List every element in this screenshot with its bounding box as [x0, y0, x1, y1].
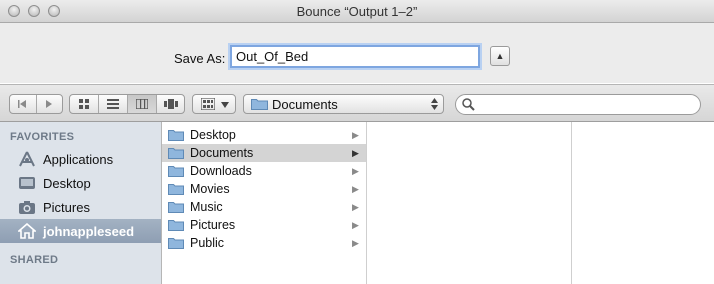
folder-row-movies[interactable]: Movies ▶	[162, 180, 366, 198]
folder-icon	[168, 183, 184, 195]
location-popup-label: Documents	[272, 97, 338, 112]
search-icon	[462, 98, 475, 111]
sidebar-item-desktop[interactable]: Desktop	[0, 171, 161, 195]
disclosure-arrow-icon: ▶	[352, 165, 359, 176]
toolbar: Documents	[0, 84, 714, 122]
folder-icon	[168, 147, 184, 159]
arrange-menu-button[interactable]	[192, 94, 236, 114]
location-popup[interactable]: Documents	[243, 94, 444, 114]
folder-name: Movies	[190, 182, 230, 196]
forward-arrow-icon	[46, 100, 53, 108]
column-view-button[interactable]	[128, 95, 157, 113]
view-mode-control	[69, 94, 185, 114]
disclosure-arrow-icon: ▶	[352, 183, 359, 194]
favorites-header: FAVORITES	[10, 131, 75, 143]
column-view-icon	[136, 99, 148, 109]
disclosure-arrow-icon: ▶	[352, 129, 359, 140]
disclosure-arrow-icon: ▶	[352, 219, 359, 230]
desktop-icon	[17, 174, 37, 192]
sidebar-item-label: Applications	[43, 151, 114, 167]
save-as-panel: Save As: ▲	[0, 23, 714, 83]
folder-name: Desktop	[190, 128, 236, 142]
sidebar-item-pictures[interactable]: Pictures	[0, 195, 161, 219]
folder-icon	[168, 129, 184, 141]
disclosure-arrow-icon: ▶	[352, 237, 359, 248]
browser-column-2[interactable]	[367, 122, 572, 284]
sidebar-item-label: Pictures	[43, 199, 90, 215]
window-title: Bounce “Output 1–2”	[296, 4, 418, 19]
folder-icon	[168, 201, 184, 213]
folder-icon	[251, 99, 268, 110]
coverflow-view-button[interactable]	[157, 95, 184, 113]
folder-name: Documents	[190, 146, 254, 160]
title-bar: Bounce “Output 1–2”	[0, 0, 714, 23]
icon-view-button[interactable]	[70, 95, 99, 113]
save-as-field[interactable]	[230, 45, 480, 68]
sidebar-item-johnappleseed[interactable]: johnappleseed	[0, 219, 161, 243]
folder-name: Downloads	[190, 164, 252, 178]
search-field[interactable]	[455, 94, 701, 115]
folder-name: Music	[190, 200, 223, 214]
folder-name: Public	[190, 236, 225, 250]
save-as-label: Save As:	[174, 51, 226, 66]
browser-column-1: Desktop ▶ Documents ▶ Downloads ▶ Movies…	[162, 122, 367, 284]
folder-icon	[168, 237, 184, 249]
folder-row-downloads[interactable]: Downloads ▶	[162, 162, 366, 180]
sidebar: FAVORITES Applications Desktop Pictures …	[0, 122, 162, 284]
applications-icon	[17, 150, 37, 168]
shared-header: SHARED	[10, 254, 59, 266]
up-down-arrows-icon	[431, 98, 438, 110]
folder-row-public[interactable]: Public ▶	[162, 234, 366, 252]
disclosure-arrow-icon: ▶	[352, 147, 359, 158]
folder-row-music[interactable]: Music ▶	[162, 198, 366, 216]
back-forward-control	[9, 94, 63, 114]
back-button[interactable]	[10, 95, 37, 113]
sidebar-item-applications[interactable]: Applications	[0, 147, 161, 171]
forward-button[interactable]	[37, 95, 63, 113]
home-icon	[17, 222, 37, 240]
browser-column-3[interactable]	[572, 122, 714, 284]
folder-row-documents[interactable]: Documents ▶	[162, 144, 366, 162]
camera-icon	[17, 198, 37, 216]
back-arrow-icon	[17, 100, 26, 108]
collapse-toggle-button[interactable]: ▲	[490, 46, 510, 66]
folder-row-pictures[interactable]: Pictures ▶	[162, 216, 366, 234]
folder-icon	[168, 219, 184, 231]
coverflow-view-icon	[163, 99, 178, 109]
list-view-icon	[107, 99, 119, 109]
chevron-down-icon	[221, 102, 229, 108]
icon-view-icon	[79, 99, 89, 109]
sidebar-item-label: johnappleseed	[43, 223, 135, 239]
sidebar-item-label: Desktop	[43, 175, 91, 191]
disclosure-arrow-icon: ▶	[352, 201, 359, 212]
folder-name: Pictures	[190, 218, 236, 232]
list-view-button[interactable]	[99, 95, 128, 113]
grid-arrange-icon	[201, 98, 215, 110]
folder-icon	[168, 165, 184, 177]
folder-row-desktop[interactable]: Desktop ▶	[162, 126, 366, 144]
